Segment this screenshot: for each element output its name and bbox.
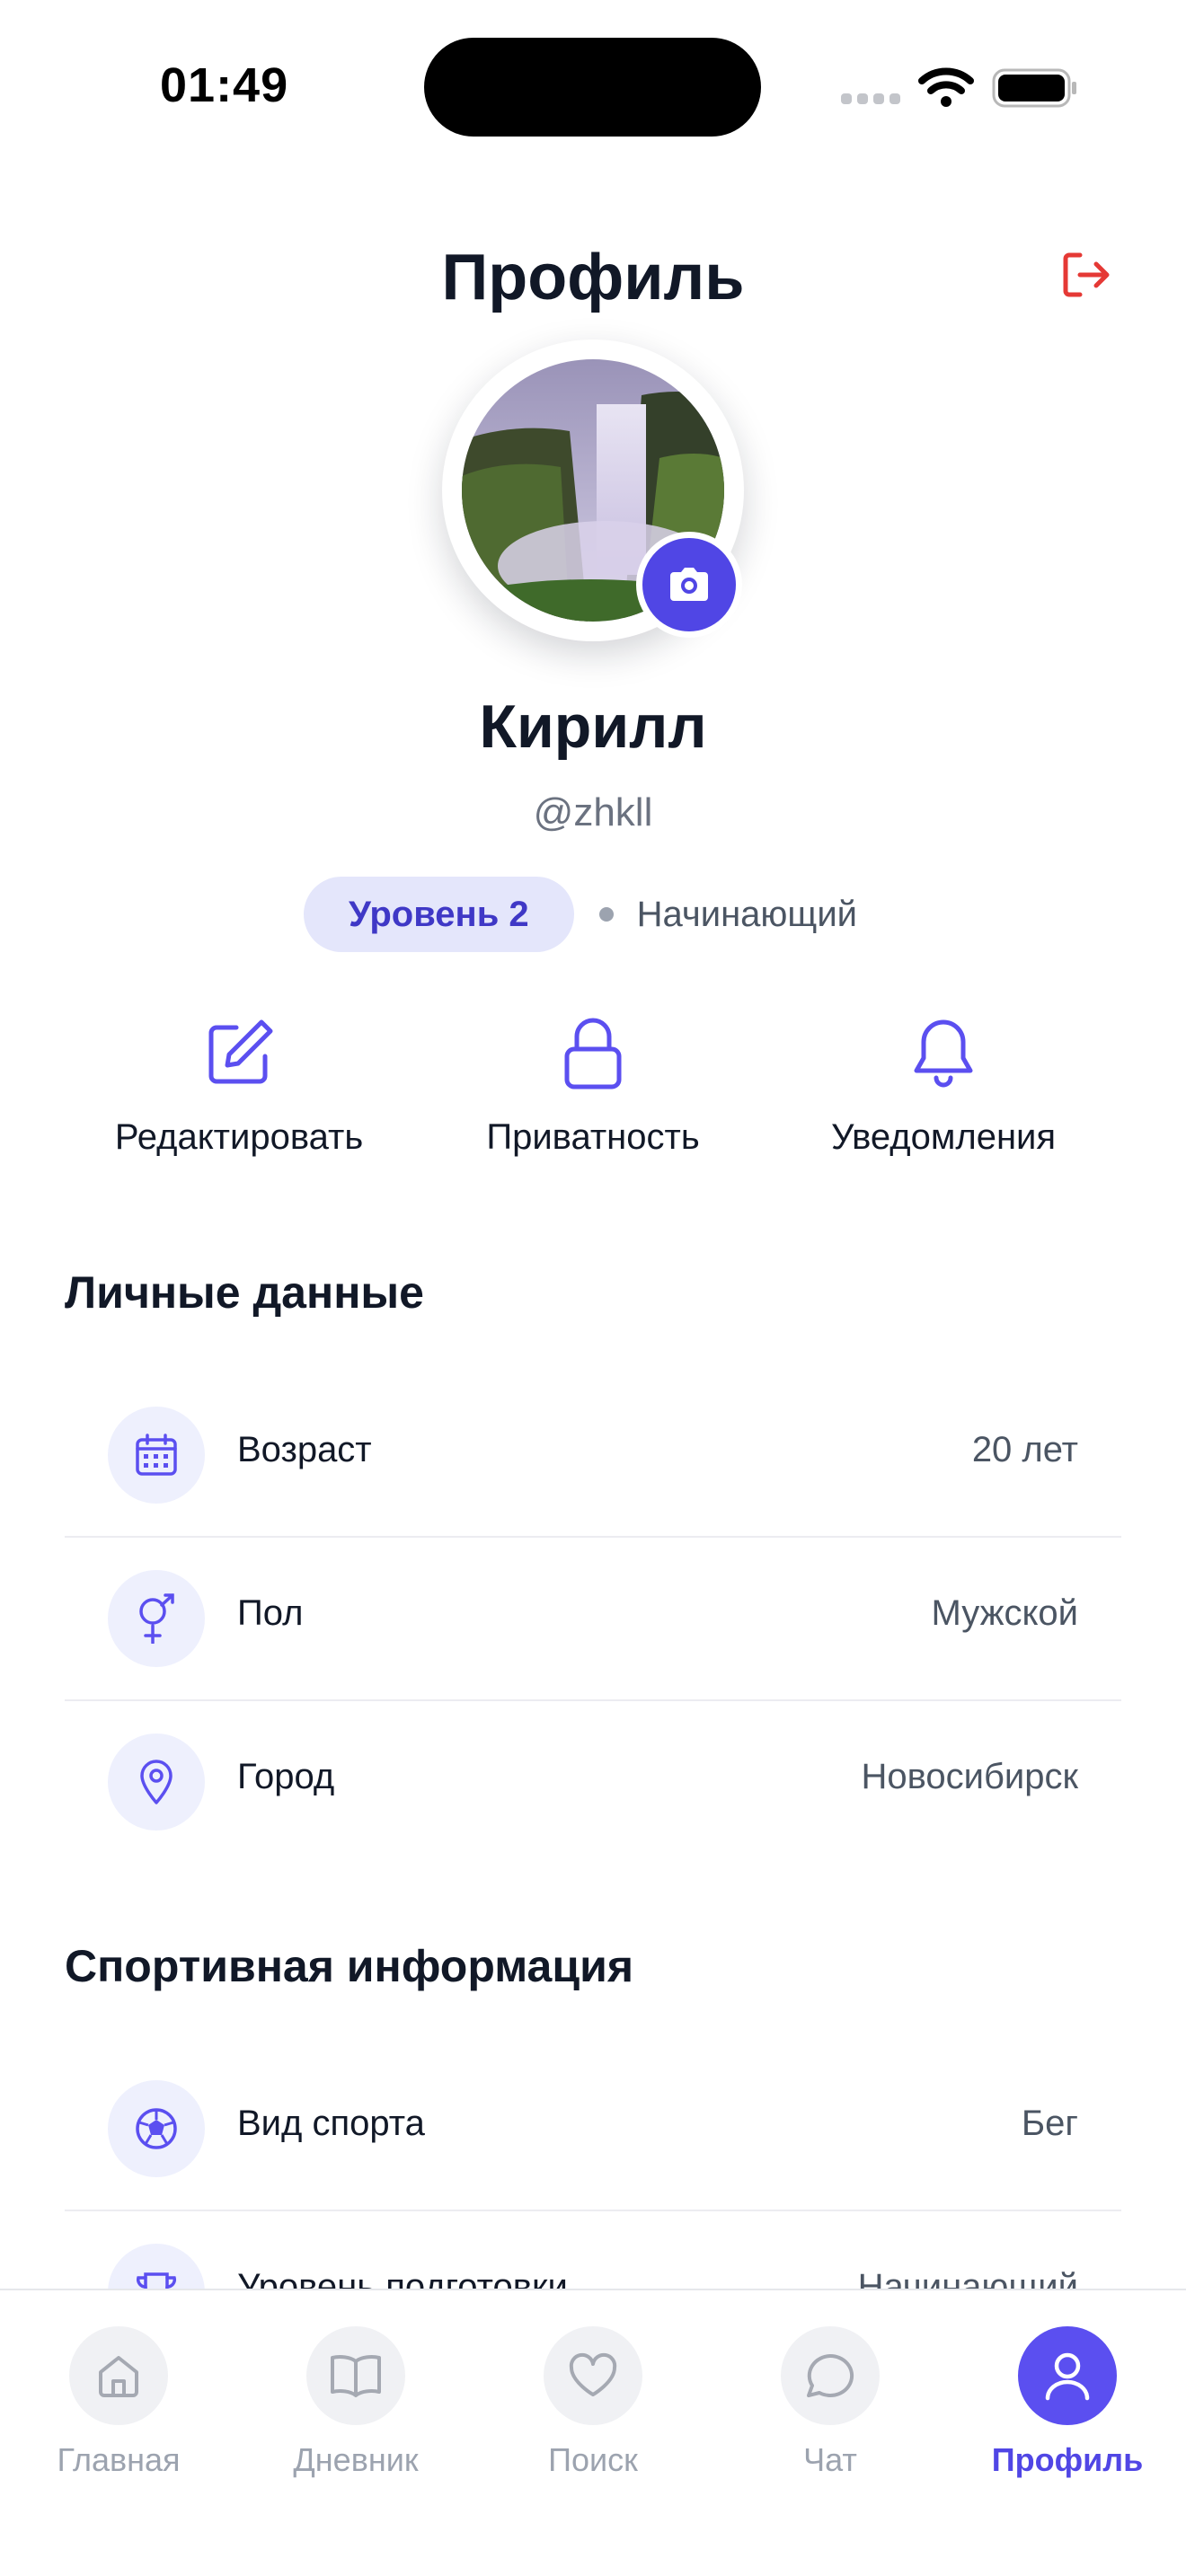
tab-search-label: Поиск bbox=[548, 2441, 638, 2478]
gender-row[interactable]: Пол Мужской bbox=[65, 1538, 1121, 1701]
tab-profile-label: Профиль bbox=[991, 2441, 1144, 2478]
logout-icon[interactable] bbox=[1057, 246, 1114, 304]
wifi-icon bbox=[918, 67, 974, 107]
calendar-icon bbox=[136, 1434, 177, 1476]
tab-diary[interactable]: Дневник bbox=[248, 2326, 464, 2479]
notifications-button[interactable]: Уведомления bbox=[782, 1015, 1105, 1158]
level-row: Уровень 2 Начинающий bbox=[304, 877, 857, 952]
lock-icon bbox=[564, 1018, 622, 1090]
age-row[interactable]: Возраст 20 лет bbox=[65, 1374, 1121, 1538]
sport-section-title: Спортивная информация bbox=[65, 1941, 634, 1991]
city-label: Город bbox=[237, 1757, 335, 1796]
home-icon bbox=[99, 2356, 138, 2397]
ball-icon bbox=[136, 2108, 177, 2149]
bell-icon bbox=[914, 1019, 973, 1088]
user-name: Кирилл bbox=[479, 693, 707, 761]
level-badge: Уровень 2 bbox=[304, 877, 574, 952]
edit-label: Редактировать bbox=[114, 1117, 364, 1157]
book-icon bbox=[331, 2355, 381, 2397]
privacy-label: Приватность bbox=[486, 1117, 700, 1157]
tab-chat[interactable]: Чат bbox=[722, 2326, 938, 2479]
edit-profile-button[interactable]: Редактировать bbox=[77, 1015, 401, 1158]
heart-icon bbox=[569, 2352, 617, 2396]
privacy-button[interactable]: Приватность bbox=[431, 1015, 755, 1158]
city-value: Новосибирск bbox=[861, 1757, 1078, 1796]
level-status: Начинающий bbox=[636, 894, 858, 934]
tab-chat-label: Чат bbox=[803, 2441, 857, 2478]
age-label: Возраст bbox=[237, 1430, 372, 1469]
tab-home[interactable]: Главная bbox=[11, 2326, 226, 2479]
notifications-label: Уведомления bbox=[830, 1117, 1057, 1157]
sport-type-row[interactable]: Вид спорта Бег bbox=[65, 2048, 1121, 2211]
personal-section-title: Личные данные bbox=[65, 1267, 424, 1318]
city-row[interactable]: Город Новосибирск bbox=[65, 1701, 1121, 1865]
sport-type-label: Вид спорта bbox=[237, 2104, 425, 2143]
battery-icon bbox=[992, 68, 1076, 108]
page-title: Профиль bbox=[441, 242, 745, 313]
edit-icon bbox=[208, 1019, 273, 1084]
level-separator-dot bbox=[598, 907, 614, 922]
user-handle: @zhkll bbox=[533, 790, 653, 834]
user-icon bbox=[1045, 2352, 1090, 2401]
chat-icon bbox=[807, 2353, 854, 2397]
gender-icon bbox=[139, 1593, 174, 1644]
change-photo-button[interactable] bbox=[636, 532, 742, 638]
dynamic-island bbox=[424, 38, 761, 137]
gender-label: Пол bbox=[237, 1593, 304, 1633]
tab-profile[interactable]: Профиль bbox=[960, 2326, 1175, 2479]
sport-type-value: Бег bbox=[1021, 2104, 1078, 2143]
age-value: 20 лет bbox=[971, 1430, 1078, 1469]
tab-diary-label: Дневник bbox=[293, 2441, 419, 2478]
cellular-signal-icon bbox=[841, 93, 900, 104]
status-time: 01:49 bbox=[160, 58, 289, 112]
tab-search[interactable]: Поиск bbox=[485, 2326, 701, 2479]
location-pin-icon bbox=[140, 1760, 173, 1804]
status-bar: 01:49 bbox=[0, 0, 1186, 171]
tab-home-label: Главная bbox=[57, 2441, 181, 2478]
tab-bar: Главная Дневник Поиск Чат Профиль bbox=[0, 2289, 1186, 2576]
camera-icon bbox=[670, 568, 708, 601]
gender-value: Мужской bbox=[931, 1593, 1078, 1633]
